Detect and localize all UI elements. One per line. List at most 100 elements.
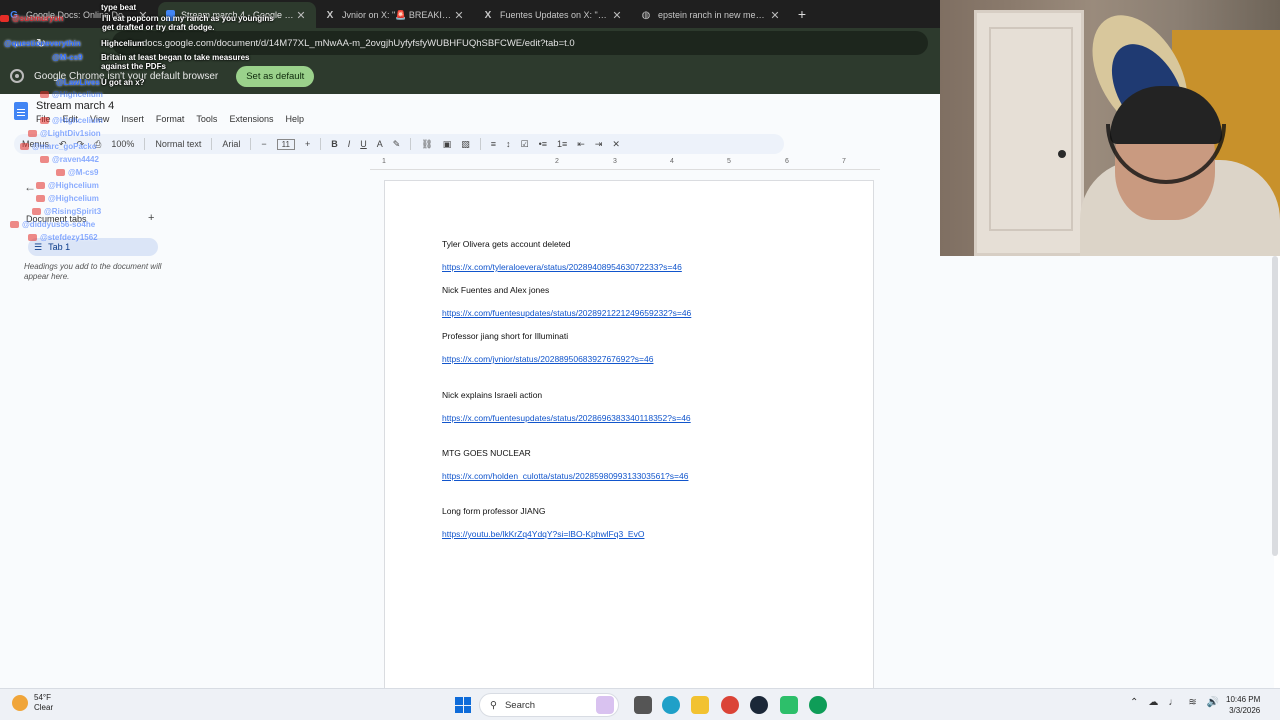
undo-icon[interactable]: ↶	[59, 139, 67, 150]
image-icon[interactable]: ▧	[461, 139, 470, 150]
new-tab-button[interactable]: +	[790, 6, 814, 22]
browser-tab[interactable]: G Google Docs: Online Docume ✕	[0, 2, 158, 28]
google-g-icon: G	[10, 9, 18, 21]
x-icon: X	[326, 9, 334, 21]
menu-tools[interactable]: Tools	[196, 114, 217, 124]
tab-1-label: Tab 1	[48, 242, 71, 252]
font-size-input[interactable]: 11	[276, 138, 295, 150]
infobar-text: Google Chrome isn't your default browser	[34, 70, 219, 82]
text-color-icon[interactable]: A	[377, 139, 383, 149]
media-app-icon[interactable]	[780, 696, 798, 714]
numbered-list-icon[interactable]: 1≡	[557, 139, 567, 149]
print-icon[interactable]: ⎙	[94, 139, 101, 150]
entry-link[interactable]: https://x.com/tyleraloevera/status/20289…	[442, 262, 682, 272]
menu-view[interactable]: View	[90, 114, 109, 124]
tab-1[interactable]: ☰ Tab 1	[28, 238, 158, 256]
line-spacing-icon[interactable]: ↕	[506, 139, 511, 149]
reload-icon[interactable]: ↻	[30, 36, 52, 50]
docs-toolbar: Menus ↶ ↷ ⎙ 100% Normal text Arial − 11 …	[14, 134, 784, 154]
document-page[interactable]: Tyler Olivera gets account deleted https…	[384, 180, 874, 690]
highlight-icon[interactable]: ✎	[393, 139, 401, 150]
weather-widget[interactable]: 54°F Clear	[12, 693, 53, 713]
chevron-up-icon[interactable]: ⌃	[1130, 697, 1138, 708]
underline-icon[interactable]: U	[360, 139, 367, 149]
chrome-app-icon[interactable]	[721, 696, 739, 714]
menu-insert[interactable]: Insert	[121, 114, 144, 124]
style-select[interactable]: Normal text	[155, 139, 201, 149]
browser-tab[interactable]: X Jvnior on X: "🚨 BREAKING: ✕	[316, 2, 474, 28]
font-select[interactable]: Arial	[222, 139, 240, 149]
cloud-icon[interactable]: ☁	[1148, 697, 1158, 708]
entry-link[interactable]: https://youtu.be/lkKrZq4YdqY?si=lBO-Kphw…	[442, 529, 644, 539]
address-bar-row: ← ↻ docs.google.com/document/d/14M77XL_m…	[0, 28, 940, 58]
chrome-active-icon[interactable]	[809, 696, 827, 714]
wifi-icon[interactable]: ≋	[1188, 697, 1196, 708]
menu-extensions[interactable]: Extensions	[229, 114, 273, 124]
document-tabs-label: Document tabs	[26, 214, 87, 224]
menu-help[interactable]: Help	[285, 114, 304, 124]
entry-title: Long form professor JIANG	[442, 506, 546, 516]
redo-icon[interactable]: ↷	[77, 139, 85, 150]
close-icon[interactable]: ✕	[294, 9, 308, 22]
time: 10:46 PM	[1226, 695, 1261, 704]
task-view-icon[interactable]	[634, 696, 652, 714]
tab-title: Fuentes Updates on X: "Nick Fu	[500, 10, 610, 20]
close-icon[interactable]: ✕	[452, 9, 466, 22]
document-title[interactable]: Stream march 4	[36, 100, 114, 112]
indent-icon[interactable]: ⇥	[595, 139, 603, 150]
align-icon[interactable]: ≡	[491, 139, 496, 149]
system-tray: ⌃ ☁ ♩ ≋ 🔊	[1130, 697, 1219, 708]
entry-link[interactable]: https://x.com/fuentesupdates/status/2028…	[442, 413, 691, 423]
menu-file[interactable]: File	[36, 114, 51, 124]
edge-icon[interactable]	[662, 696, 680, 714]
back-arrow-icon[interactable]: ←	[8, 36, 30, 50]
menu-edit[interactable]: Edit	[63, 114, 79, 124]
clear-formatting-icon[interactable]: ✕	[612, 139, 620, 150]
tab-title: Stream march 4 - Google Docs	[181, 10, 294, 20]
tab-doc-icon: ☰	[34, 241, 43, 252]
entry-link[interactable]: https://x.com/jvnior/status/202889506839…	[442, 354, 653, 364]
menu-format[interactable]: Format	[156, 114, 185, 124]
ruler-mark: 2	[555, 158, 559, 165]
close-icon[interactable]: ✕	[136, 9, 150, 22]
menus-button[interactable]: Menus	[22, 139, 49, 149]
ruler[interactable]: 1 2 3 4 5 6 7	[370, 158, 880, 170]
close-icon[interactable]: ✕	[768, 9, 782, 22]
entry-link[interactable]: https://x.com/fuentesupdates/status/2028…	[442, 308, 691, 318]
comment-icon[interactable]: ▣	[443, 139, 452, 150]
link-icon[interactable]: ⛓	[421, 139, 432, 150]
entry-title: Nick explains Israeli action	[442, 390, 543, 400]
zoom-select[interactable]: 100%	[111, 139, 134, 149]
browser-tab[interactable]: ◍ epstein ranch in new mexico bo ✕	[632, 2, 790, 28]
windows-start-icon[interactable]	[455, 697, 471, 713]
italic-icon[interactable]: I	[348, 139, 351, 149]
checklist-icon[interactable]: ☑	[521, 139, 529, 150]
set-default-button[interactable]: Set as default	[236, 65, 315, 87]
decrease-size-icon[interactable]: −	[261, 139, 266, 149]
default-browser-infobar: Google Chrome isn't your default browser…	[0, 58, 940, 94]
volume-icon[interactable]: 🔊	[1207, 697, 1219, 708]
entry-title: MTG GOES NUCLEAR	[442, 448, 531, 458]
browser-tab-active[interactable]: Stream march 4 - Google Docs ✕	[158, 2, 316, 28]
clock[interactable]: 10:46 PM 3/3/2026	[1226, 694, 1260, 716]
close-icon[interactable]: ✕	[610, 9, 624, 22]
browser-tab[interactable]: X Fuentes Updates on X: "Nick Fu ✕	[474, 2, 632, 28]
increase-size-icon[interactable]: +	[305, 139, 310, 149]
bullet-list-icon[interactable]: •≡	[539, 139, 547, 149]
scrollbar[interactable]	[1272, 256, 1278, 556]
docs-logo-icon[interactable]	[14, 102, 28, 120]
url-input[interactable]: docs.google.com/document/d/14M77XL_mNwAA…	[112, 31, 928, 55]
widgets-app-icon[interactable]	[596, 696, 614, 714]
steam-icon[interactable]	[750, 696, 768, 714]
add-tab-button[interactable]: +	[148, 212, 154, 224]
ruler-mark: 4	[670, 158, 674, 165]
weather-icon	[12, 695, 28, 711]
mic-icon[interactable]: ♩	[1168, 697, 1178, 708]
entry-link[interactable]: https://x.com/holden_culotta/status/2028…	[442, 471, 688, 481]
outdent-icon[interactable]: ⇤	[577, 139, 585, 150]
outline-panel: ← Document tabs + ☰ Tab 1 Headings you a…	[0, 170, 383, 688]
bold-icon[interactable]: B	[331, 139, 338, 149]
toolbar-divider	[320, 138, 322, 150]
file-explorer-icon[interactable]	[691, 696, 709, 714]
back-arrow-icon[interactable]: ←	[24, 180, 36, 194]
